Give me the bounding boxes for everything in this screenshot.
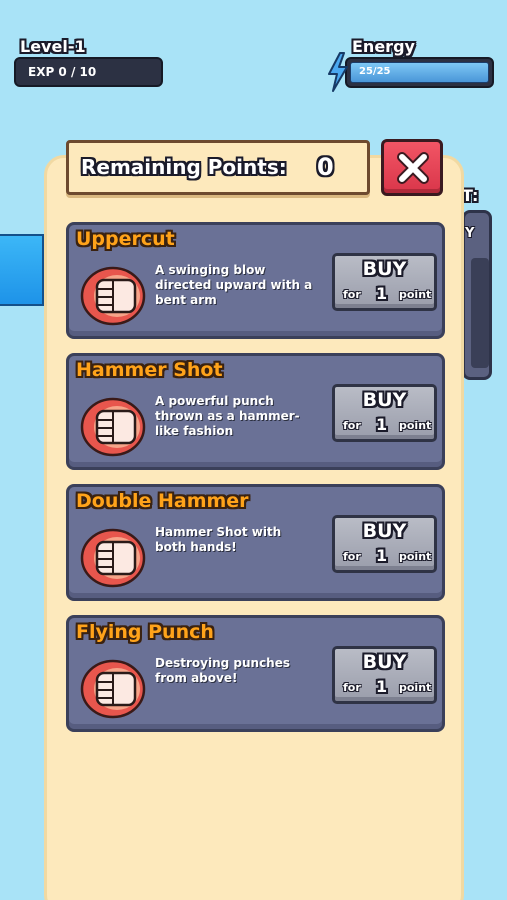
- close-icon: [397, 152, 429, 184]
- move-description: Destroying punches from above!: [155, 656, 290, 685]
- move-title: Uppercut: [76, 228, 175, 250]
- buy-label: BUY: [362, 651, 407, 673]
- remaining-points-value: 0: [317, 153, 334, 181]
- buy-button[interactable]: BUY for 1 point: [332, 253, 437, 311]
- buy-for-label: for: [343, 681, 361, 694]
- close-button[interactable]: [381, 139, 443, 196]
- fist-icon: [80, 659, 146, 719]
- remaining-points-box: Remaining Points: 0: [66, 140, 370, 195]
- energy-text: 25/25: [359, 66, 391, 77]
- background-side-text: T:: [462, 186, 479, 205]
- fist-icon: [80, 528, 146, 588]
- move-title: Flying Punch: [76, 621, 214, 643]
- level-label: Level-1: [20, 37, 86, 56]
- move-description: A swinging blow directed upward with a b…: [155, 263, 313, 307]
- background-side-text-2: Y: [465, 226, 475, 241]
- buy-label: BUY: [362, 258, 407, 280]
- buy-for-label: for: [343, 288, 361, 301]
- buy-unit: point: [399, 419, 432, 432]
- buy-unit: point: [399, 681, 432, 694]
- move-card-double-hammer: Double Hammer Hammer Shot with both hand…: [66, 484, 445, 601]
- exp-bar: EXP 0 / 10: [14, 57, 163, 87]
- buy-for-label: for: [343, 550, 361, 563]
- buy-for-label: for: [343, 419, 361, 432]
- energy-bar: 25/25: [345, 57, 494, 88]
- move-card-uppercut: Uppercut A swinging blow directed upward…: [66, 222, 445, 339]
- energy-label: Energy: [352, 37, 415, 56]
- fist-icon: [80, 397, 146, 457]
- move-description: A powerful punch thrown as a hammer-like…: [155, 394, 300, 438]
- lightning-bolt-icon: [328, 52, 348, 92]
- exp-text: EXP 0 / 10: [28, 65, 97, 79]
- buy-button[interactable]: BUY for 1 point: [332, 384, 437, 442]
- buy-cost: 1: [376, 415, 388, 434]
- background-side-inner: [471, 258, 489, 368]
- buy-cost: 1: [376, 546, 388, 565]
- buy-button[interactable]: BUY for 1 point: [332, 646, 437, 704]
- move-description: Hammer Shot with both hands!: [155, 525, 282, 554]
- buy-button[interactable]: BUY for 1 point: [332, 515, 437, 573]
- buy-cost: 1: [376, 284, 388, 303]
- move-title: Double Hammer: [76, 490, 249, 512]
- remaining-points-label: Remaining Points:: [81, 155, 287, 179]
- fist-icon: [80, 266, 146, 326]
- buy-cost: 1: [376, 677, 388, 696]
- buy-label: BUY: [362, 520, 407, 542]
- buy-unit: point: [399, 550, 432, 563]
- buy-unit: point: [399, 288, 432, 301]
- buy-label: BUY: [362, 389, 407, 411]
- move-title: Hammer Shot: [76, 359, 223, 381]
- move-card-hammer-shot: Hammer Shot A powerful punch thrown as a…: [66, 353, 445, 470]
- move-card-flying-punch: Flying Punch Destroying punches from abo…: [66, 615, 445, 732]
- background-blue-block: [0, 234, 44, 306]
